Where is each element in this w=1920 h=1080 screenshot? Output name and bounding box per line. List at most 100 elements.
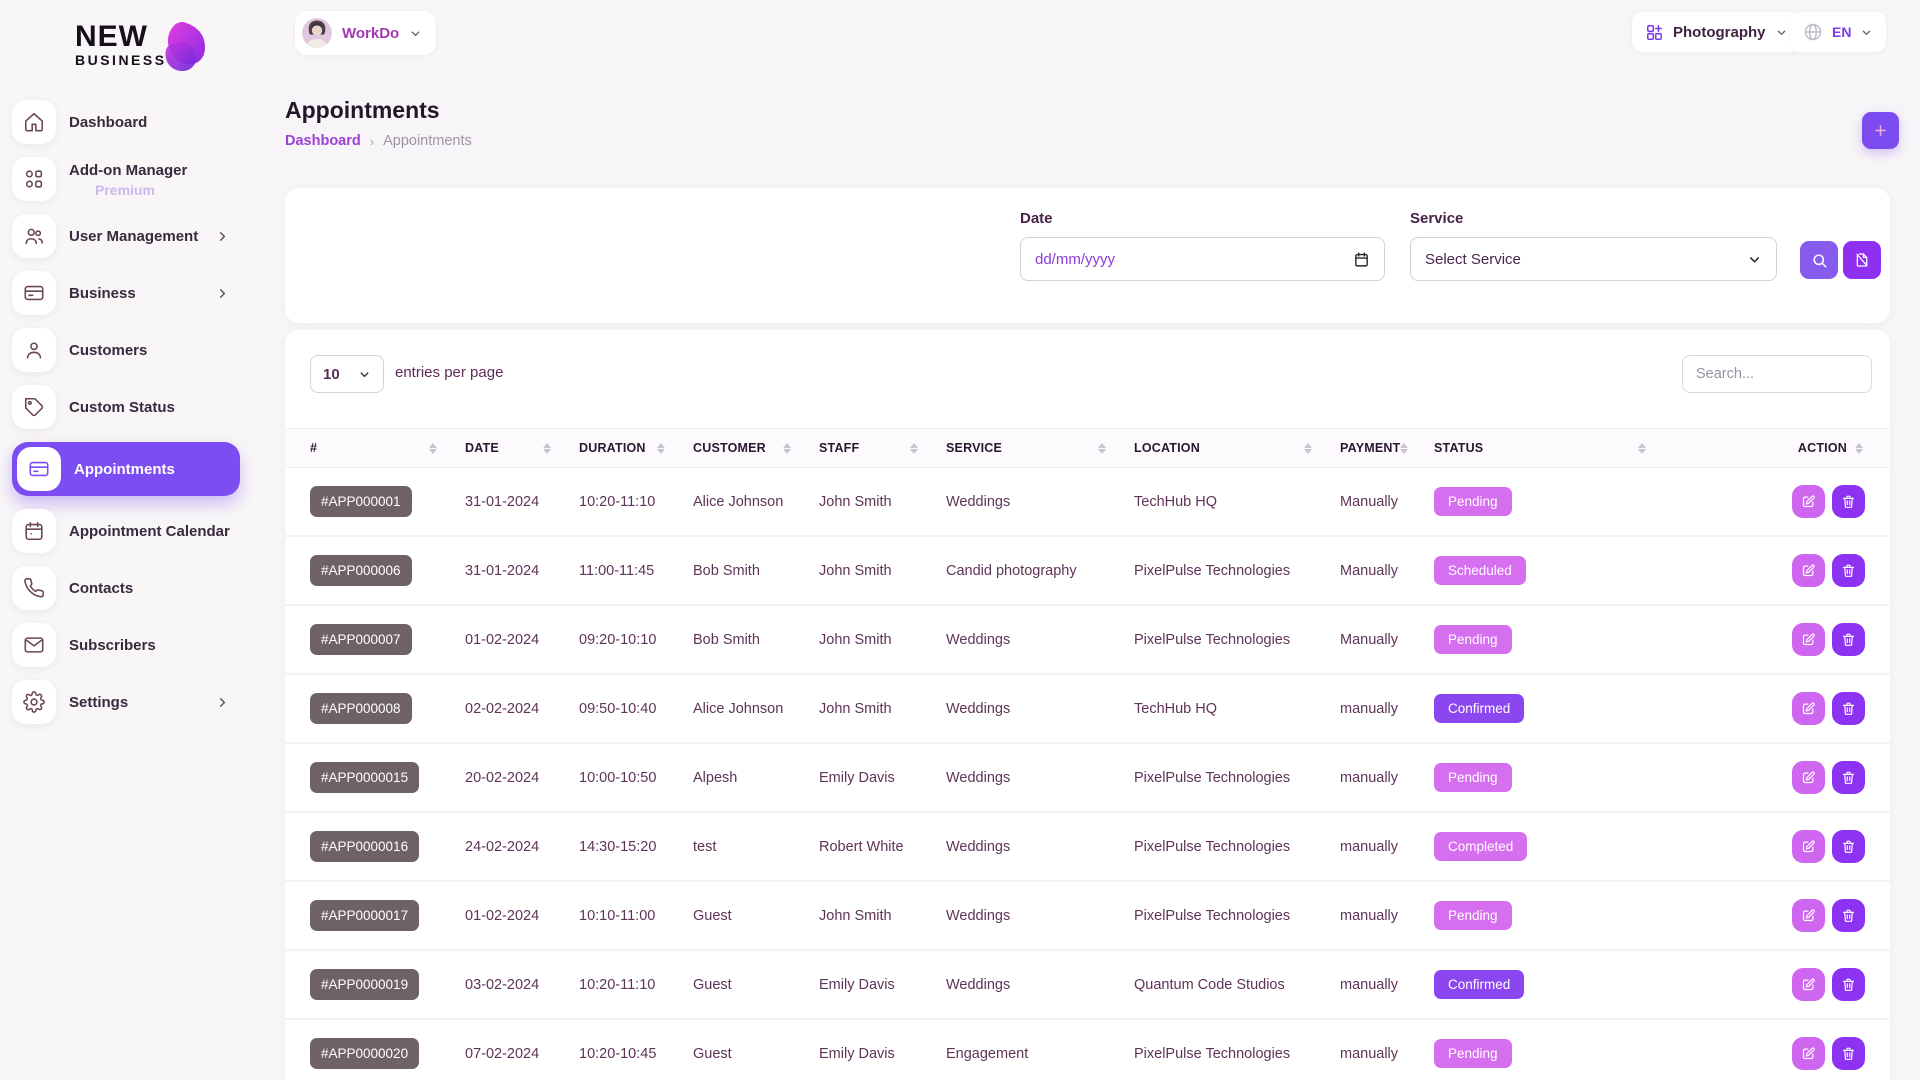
column-header-status[interactable]: STATUS (1434, 429, 1674, 467)
sidebar-nav: Dashboard Add-on ManagerPremium User Manag… (12, 100, 240, 724)
edit-button[interactable] (1792, 1037, 1825, 1070)
delete-button[interactable] (1832, 692, 1865, 725)
delete-button[interactable] (1832, 968, 1865, 1001)
edit-button[interactable] (1792, 623, 1825, 656)
page-title: Appointments (285, 97, 440, 124)
sidebar-item-label: Contacts (69, 579, 133, 598)
edit-button[interactable] (1792, 830, 1825, 863)
table-search-input[interactable] (1682, 355, 1872, 393)
cell-service: Weddings (946, 882, 1134, 949)
column-header-service[interactable]: SERVICE (946, 429, 1134, 467)
cell-duration: 09:50-10:40 (579, 675, 693, 742)
column-header-customer[interactable]: CUSTOMER (693, 429, 819, 467)
edit-button[interactable] (1792, 554, 1825, 587)
phone-icon (12, 566, 56, 610)
cell-staff: Robert White (819, 813, 946, 880)
status-badge: Pending (1434, 901, 1512, 930)
cell-service: Weddings (946, 675, 1134, 742)
cell-duration: 14:30-15:20 (579, 813, 693, 880)
sidebar-item-contacts[interactable]: Contacts (12, 566, 240, 610)
apply-filter-button[interactable] (1800, 241, 1838, 279)
user-menu-button[interactable]: WorkDo (295, 11, 436, 55)
appointment-id-badge: #APP000001 (310, 486, 412, 517)
delete-button[interactable] (1832, 623, 1865, 656)
add-appointment-button[interactable] (1862, 112, 1899, 149)
cell-date: 31-01-2024 (465, 537, 579, 604)
sidebar-item-add-on-manager[interactable]: Add-on ManagerPremium (12, 157, 240, 201)
cell-date: 01-02-2024 (465, 606, 579, 673)
sort-icon (1304, 443, 1312, 454)
sidebar-item-custom-status[interactable]: Custom Status (12, 385, 240, 429)
edit-button[interactable] (1792, 899, 1825, 932)
column-header-payment[interactable]: PAYMENT (1340, 429, 1434, 467)
edit-button[interactable] (1792, 485, 1825, 518)
sidebar-item-dashboard[interactable]: Dashboard (12, 100, 240, 144)
cell-staff: John Smith (819, 537, 946, 604)
table-row: #APP000001903-02-202410:20-11:10GuestEmi… (285, 951, 1890, 1020)
column-header-duration[interactable]: DURATION (579, 429, 693, 467)
cell-staff: John Smith (819, 606, 946, 673)
sort-icon (1855, 443, 1863, 454)
cell-duration: 10:20-10:45 (579, 1020, 693, 1080)
cell-staff: John Smith (819, 468, 946, 535)
table-row: #APP00000802-02-202409:50-10:40Alice Joh… (285, 675, 1890, 744)
language-code: EN (1832, 24, 1851, 40)
sidebar-item-label: User Management (69, 227, 198, 246)
sidebar-item-customers[interactable]: Customers (12, 328, 240, 372)
table-row: #APP00000631-01-202411:00-11:45Bob Smith… (285, 537, 1890, 606)
cell-date: 03-02-2024 (465, 951, 579, 1018)
delete-button[interactable] (1832, 830, 1865, 863)
cell-duration: 10:10-11:00 (579, 882, 693, 949)
column-header-action[interactable]: ACTION (1674, 429, 1865, 467)
user-icon (12, 328, 56, 372)
edit-button[interactable] (1792, 692, 1825, 725)
cell-location: PixelPulse Technologies (1134, 537, 1340, 604)
sort-icon (543, 443, 551, 454)
cell-customer: Bob Smith (693, 606, 819, 673)
sidebar-item-appointments[interactable]: Appointments (12, 442, 240, 496)
sort-icon (429, 443, 437, 454)
edit-button[interactable] (1792, 761, 1825, 794)
plus-icon (1872, 122, 1889, 139)
cell-location: Quantum Code Studios (1134, 951, 1340, 1018)
delete-button[interactable] (1832, 899, 1865, 932)
column-header-staff[interactable]: STAFF (819, 429, 946, 467)
entries-per-page-select[interactable]: 10 (310, 355, 384, 393)
reset-filter-button[interactable] (1843, 241, 1881, 279)
cell-duration: 10:20-11:10 (579, 468, 693, 535)
status-badge: Scheduled (1434, 556, 1526, 585)
delete-button[interactable] (1832, 761, 1865, 794)
sidebar-item-subscribers[interactable]: Subscribers (12, 623, 240, 667)
delete-button[interactable] (1832, 554, 1865, 587)
cell-location: TechHub HQ (1134, 675, 1340, 742)
cell-payment: manually (1340, 951, 1434, 1018)
delete-button[interactable] (1832, 485, 1865, 518)
sort-icon (1400, 443, 1408, 454)
sidebar-item-business[interactable]: Business (12, 271, 240, 315)
column-header-location[interactable]: LOCATION (1134, 429, 1340, 467)
sort-icon (1638, 443, 1646, 454)
date-input[interactable]: dd/mm/yyyy (1020, 237, 1385, 281)
language-selector-button[interactable]: EN (1790, 12, 1886, 52)
sort-icon (783, 443, 791, 454)
sidebar-item-appointment-calendar[interactable]: Appointment Calendar (12, 509, 240, 553)
column-header-[interactable]: # (310, 429, 465, 467)
breadcrumb-dashboard-link[interactable]: Dashboard (285, 133, 361, 149)
service-select[interactable]: Select Service (1410, 237, 1777, 281)
workspace-switcher-button[interactable]: Photography (1632, 12, 1801, 52)
cell-payment: manually (1340, 882, 1434, 949)
cell-date: 31-01-2024 (465, 468, 579, 535)
column-header-date[interactable]: DATE (465, 429, 579, 467)
delete-button[interactable] (1832, 1037, 1865, 1070)
cell-service: Weddings (946, 744, 1134, 811)
cell-duration: 10:00-10:50 (579, 744, 693, 811)
cell-location: PixelPulse Technologies (1134, 606, 1340, 673)
cell-payment: Manually (1340, 606, 1434, 673)
cell-customer: Guest (693, 1020, 819, 1080)
service-filter-label: Service (1410, 210, 1777, 227)
calendar-icon (1353, 251, 1370, 268)
sidebar-item-user-management[interactable]: User Management (12, 214, 240, 258)
edit-button[interactable] (1792, 968, 1825, 1001)
sidebar-item-label: Custom Status (69, 398, 175, 417)
sidebar-item-settings[interactable]: Settings (12, 680, 240, 724)
